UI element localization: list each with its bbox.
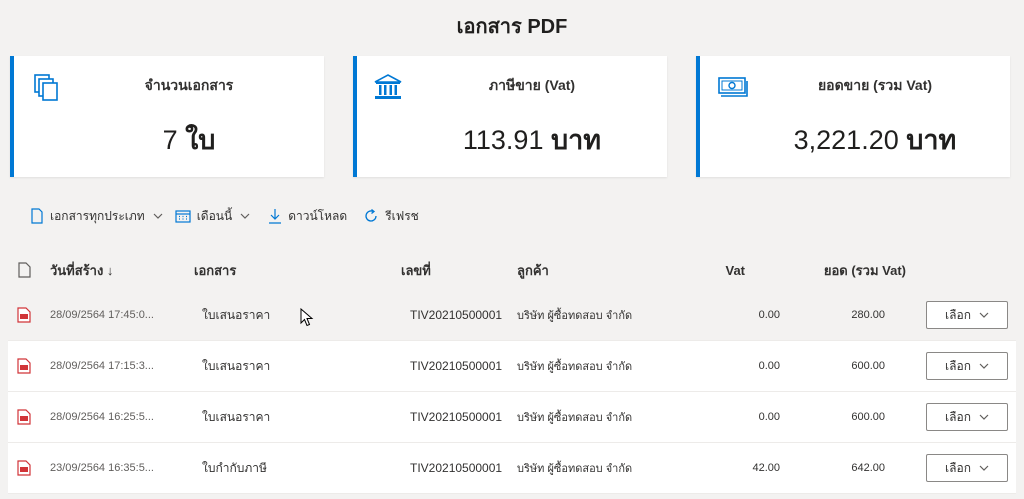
chevron-down-icon	[979, 312, 989, 318]
pdf-icon	[17, 290, 31, 340]
download-button[interactable]: ดาวน์โหลด	[256, 200, 353, 232]
cell-vat: 42.00	[752, 462, 780, 474]
refresh-label: รีเฟรช	[385, 208, 419, 223]
card-value: 3,221.20 บาท	[793, 125, 957, 155]
card-label: ภาษีขาย (Vat)	[488, 77, 576, 93]
select-label: เลือก	[945, 409, 971, 424]
select-dropdown-button[interactable]: เลือก	[926, 352, 1008, 380]
card-sales-total: ยอดขาย (รวม Vat) 3,221.20 บาท	[696, 56, 1010, 177]
table-row[interactable]: 23/09/2564 16:35:5... ใบกำกับภาษี TIV202…	[8, 443, 1016, 494]
document-icon	[31, 208, 43, 224]
refresh-button[interactable]: รีเฟรช	[353, 200, 425, 232]
pdf-icon	[17, 443, 31, 493]
cell-date: 28/09/2564 16:25:5...	[50, 411, 154, 423]
pdf-icon	[17, 341, 31, 391]
select-label: เลือก	[945, 358, 971, 373]
cell-document[interactable]: ใบเสนอราคา	[202, 290, 270, 340]
card-vat: ภาษีขาย (Vat) 113.91 บาท	[353, 56, 667, 177]
column-header-total[interactable]: ยอด (รวม Vat)	[788, 250, 906, 290]
card-value: 113.91 บาท	[462, 125, 602, 155]
download-label: ดาวน์โหลด	[288, 208, 348, 223]
cell-vat: 0.00	[758, 411, 780, 423]
calendar-icon	[175, 210, 191, 223]
mouse-cursor-icon	[300, 308, 314, 327]
card-value: 7 ใบ	[162, 125, 216, 155]
cell-customer: บริษัท ผู้ซื้อทดสอบ จำกัด	[517, 361, 633, 373]
select-dropdown-button[interactable]: เลือก	[926, 403, 1008, 431]
chevron-down-icon	[240, 213, 250, 219]
chevron-down-icon	[979, 414, 989, 420]
cell-date: 23/09/2564 16:35:5...	[50, 462, 154, 474]
column-header-vat[interactable]: Vat	[688, 250, 745, 290]
column-header-number[interactable]: เลขที่	[401, 250, 431, 290]
pdf-icon	[17, 392, 31, 442]
cell-vat: 0.00	[758, 309, 780, 321]
column-header-customer[interactable]: ลูกค้า	[517, 250, 549, 290]
table-row[interactable]: 28/09/2564 17:15:3... ใบเสนอราคา TIV2021…	[8, 341, 1016, 392]
column-header-document[interactable]: เอกสาร	[194, 250, 236, 290]
cell-customer: บริษัท ผู้ซื้อทดสอบ จำกัด	[517, 310, 633, 322]
cell-document[interactable]: ใบเสนอราคา	[202, 392, 270, 442]
chevron-down-icon	[153, 213, 163, 219]
select-dropdown-button[interactable]: เลือก	[926, 454, 1008, 482]
card-document-count: จำนวนเอกสาร 7 ใบ	[10, 56, 324, 177]
refresh-icon	[365, 208, 377, 222]
chevron-down-icon	[979, 465, 989, 471]
cell-number: TIV20210500001	[410, 308, 503, 322]
chevron-down-icon	[979, 363, 989, 369]
doc-type-label: เอกสารทุกประเภท	[50, 208, 145, 223]
file-type-header-icon	[18, 250, 31, 290]
select-label: เลือก	[945, 460, 971, 475]
cell-date: 28/09/2564 17:45:0...	[50, 309, 154, 321]
cell-total: 600.00	[851, 360, 885, 372]
cell-number: TIV20210500001	[410, 410, 503, 424]
doc-type-dropdown[interactable]: เอกสารทุกประเภท	[8, 200, 169, 232]
download-icon	[269, 209, 282, 224]
cell-customer: บริษัท ผู้ซื้อทดสอบ จำกัด	[517, 463, 633, 475]
select-dropdown-button[interactable]: เลือก	[926, 301, 1008, 329]
cell-document[interactable]: ใบกำกับภาษี	[202, 443, 267, 493]
cell-number: TIV20210500001	[410, 359, 503, 373]
cell-document[interactable]: ใบเสนอราคา	[202, 341, 270, 391]
command-bar: เอกสารทุกประเภท เดือนนี้ ดาวน์โหลด รีเฟร…	[8, 196, 1016, 236]
table-row[interactable]: 28/09/2564 17:45:0... ใบเสนอราคา TIV2021…	[8, 290, 1016, 341]
page-title: เอกสาร PDF	[456, 16, 568, 38]
cell-customer: บริษัท ผู้ซื้อทดสอบ จำกัด	[517, 412, 633, 424]
period-dropdown[interactable]: เดือนนี้	[169, 200, 257, 232]
select-label: เลือก	[945, 307, 971, 322]
cell-number: TIV20210500001	[410, 461, 503, 475]
cell-vat: 0.00	[758, 360, 780, 372]
table-header: วันที่สร้าง ↓ เอกสาร เลขที่ ลูกค้า Vat ย…	[8, 250, 1016, 290]
card-label: ยอดขาย (รวม Vat)	[817, 77, 933, 93]
card-label: จำนวนเอกสาร	[144, 77, 234, 93]
column-header-date[interactable]: วันที่สร้าง ↓	[50, 250, 113, 290]
cell-total: 600.00	[851, 411, 885, 423]
cell-total: 642.00	[851, 462, 885, 474]
period-label: เดือนนี้	[196, 208, 233, 223]
cell-total: 280.00	[851, 309, 885, 321]
table-row[interactable]: 28/09/2564 16:25:5... ใบเสนอราคา TIV2021…	[8, 392, 1016, 443]
documents-table: วันที่สร้าง ↓ เอกสาร เลขที่ ลูกค้า Vat ย…	[8, 250, 1016, 494]
cell-date: 28/09/2564 17:15:3...	[50, 360, 154, 372]
